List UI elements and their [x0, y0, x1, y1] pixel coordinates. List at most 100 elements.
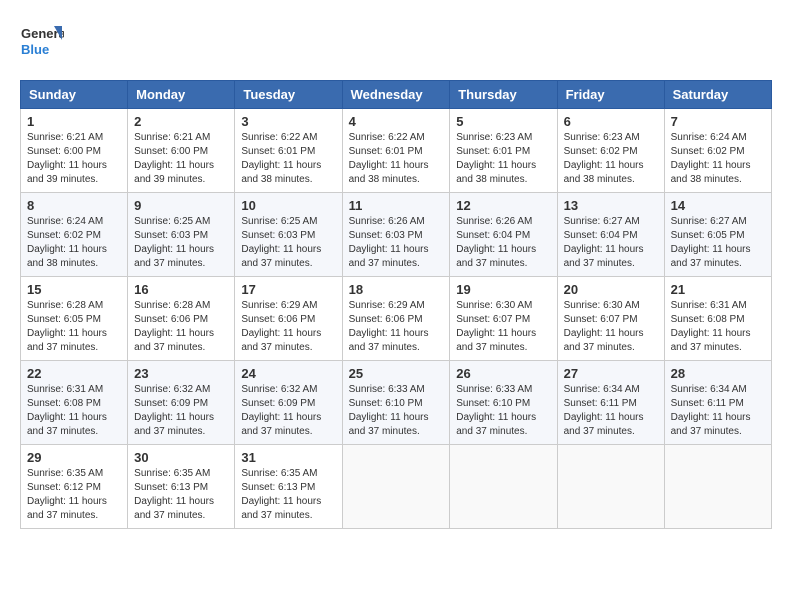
calendar-cell: 21 Sunrise: 6:31 AM Sunset: 6:08 PM Dayli… [664, 277, 771, 361]
day-number: 18 [349, 282, 444, 297]
day-number: 30 [134, 450, 228, 465]
calendar-cell [342, 445, 450, 529]
calendar-cell: 19 Sunrise: 6:30 AM Sunset: 6:07 PM Dayli… [450, 277, 557, 361]
calendar-cell: 3 Sunrise: 6:22 AM Sunset: 6:01 PM Daylig… [235, 109, 342, 193]
day-number: 13 [564, 198, 658, 213]
day-number: 1 [27, 114, 121, 129]
calendar-cell: 12 Sunrise: 6:26 AM Sunset: 6:04 PM Dayli… [450, 193, 557, 277]
day-info: Sunrise: 6:34 AM Sunset: 6:11 PM Dayligh… [671, 383, 765, 439]
day-number: 14 [671, 198, 765, 213]
day-number: 16 [134, 282, 228, 297]
day-info: Sunrise: 6:21 AM Sunset: 6:00 PM Dayligh… [27, 131, 121, 187]
day-number: 26 [456, 366, 550, 381]
day-info: Sunrise: 6:29 AM Sunset: 6:06 PM Dayligh… [241, 299, 335, 355]
day-number: 27 [564, 366, 658, 381]
day-info: Sunrise: 6:29 AM Sunset: 6:06 PM Dayligh… [349, 299, 444, 355]
logo: General Blue [20, 20, 64, 64]
day-info: Sunrise: 6:31 AM Sunset: 6:08 PM Dayligh… [671, 299, 765, 355]
day-info: Sunrise: 6:31 AM Sunset: 6:08 PM Dayligh… [27, 383, 121, 439]
calendar-week-3: 15 Sunrise: 6:28 AM Sunset: 6:05 PM Dayli… [21, 277, 772, 361]
calendar-cell: 20 Sunrise: 6:30 AM Sunset: 6:07 PM Dayli… [557, 277, 664, 361]
calendar-cell: 26Sunrise: 6:33 AM Sunset: 6:10 PM Dayli… [450, 361, 557, 445]
calendar-cell: 17Sunrise: 6:29 AM Sunset: 6:06 PM Dayli… [235, 277, 342, 361]
calendar-cell: 7 Sunrise: 6:24 AM Sunset: 6:02 PM Daylig… [664, 109, 771, 193]
calendar-cell: 28 Sunrise: 6:34 AM Sunset: 6:11 PM Dayli… [664, 361, 771, 445]
day-info: Sunrise: 6:24 AM Sunset: 6:02 PM Dayligh… [27, 215, 121, 271]
weekday-header-thursday: Thursday [450, 81, 557, 109]
calendar-cell: 9 Sunrise: 6:25 AM Sunset: 6:03 PM Daylig… [128, 193, 235, 277]
day-info: Sunrise: 6:32 AM Sunset: 6:09 PM Dayligh… [241, 383, 335, 439]
weekday-header-wednesday: Wednesday [342, 81, 450, 109]
day-number: 21 [671, 282, 765, 297]
day-info: Sunrise: 6:30 AM Sunset: 6:07 PM Dayligh… [456, 299, 550, 355]
day-number: 7 [671, 114, 765, 129]
calendar-week-4: 22 Sunrise: 6:31 AM Sunset: 6:08 PM Dayli… [21, 361, 772, 445]
calendar-cell: 2 Sunrise: 6:21 AM Sunset: 6:00 PM Daylig… [128, 109, 235, 193]
weekday-header-row: SundayMondayTuesdayWednesdayThursdayFrid… [21, 81, 772, 109]
day-info: Sunrise: 6:24 AM Sunset: 6:02 PM Dayligh… [671, 131, 765, 187]
day-info: Sunrise: 6:27 AM Sunset: 6:04 PM Dayligh… [564, 215, 658, 271]
weekday-header-tuesday: Tuesday [235, 81, 342, 109]
day-info: Sunrise: 6:22 AM Sunset: 6:01 PM Dayligh… [241, 131, 335, 187]
day-number: 20 [564, 282, 658, 297]
day-number: 2 [134, 114, 228, 129]
calendar-cell: 16 Sunrise: 6:28 AM Sunset: 6:06 PM Dayli… [128, 277, 235, 361]
day-info: Sunrise: 6:26 AM Sunset: 6:04 PM Dayligh… [456, 215, 550, 271]
day-info: Sunrise: 6:25 AM Sunset: 6:03 PM Dayligh… [134, 215, 228, 271]
day-info: Sunrise: 6:23 AM Sunset: 6:02 PM Dayligh… [564, 131, 658, 187]
calendar-cell: 10Sunrise: 6:25 AM Sunset: 6:03 PM Dayli… [235, 193, 342, 277]
calendar-cell [664, 445, 771, 529]
calendar-cell: 29 Sunrise: 6:35 AM Sunset: 6:12 PM Dayli… [21, 445, 128, 529]
day-info: Sunrise: 6:28 AM Sunset: 6:05 PM Dayligh… [27, 299, 121, 355]
calendar-cell: 27 Sunrise: 6:34 AM Sunset: 6:11 PM Dayli… [557, 361, 664, 445]
day-number: 15 [27, 282, 121, 297]
day-number: 3 [241, 114, 335, 129]
day-info: Sunrise: 6:26 AM Sunset: 6:03 PM Dayligh… [349, 215, 444, 271]
day-info: Sunrise: 6:27 AM Sunset: 6:05 PM Dayligh… [671, 215, 765, 271]
day-number: 22 [27, 366, 121, 381]
calendar-cell: 5Sunrise: 6:23 AM Sunset: 6:01 PM Daylig… [450, 109, 557, 193]
calendar-cell: 25Sunrise: 6:33 AM Sunset: 6:10 PM Dayli… [342, 361, 450, 445]
day-number: 31 [241, 450, 335, 465]
day-number: 11 [349, 198, 444, 213]
day-number: 24 [241, 366, 335, 381]
day-info: Sunrise: 6:28 AM Sunset: 6:06 PM Dayligh… [134, 299, 228, 355]
day-number: 23 [134, 366, 228, 381]
calendar-cell: 15 Sunrise: 6:28 AM Sunset: 6:05 PM Dayli… [21, 277, 128, 361]
day-number: 4 [349, 114, 444, 129]
calendar-cell: 30 Sunrise: 6:35 AM Sunset: 6:13 PM Dayli… [128, 445, 235, 529]
calendar-cell: 6Sunrise: 6:23 AM Sunset: 6:02 PM Daylig… [557, 109, 664, 193]
calendar-cell: 24 Sunrise: 6:32 AM Sunset: 6:09 PM Dayli… [235, 361, 342, 445]
day-number: 29 [27, 450, 121, 465]
day-info: Sunrise: 6:21 AM Sunset: 6:00 PM Dayligh… [134, 131, 228, 187]
day-info: Sunrise: 6:35 AM Sunset: 6:13 PM Dayligh… [241, 467, 335, 523]
day-number: 19 [456, 282, 550, 297]
calendar-table: SundayMondayTuesdayWednesdayThursdayFrid… [20, 80, 772, 529]
calendar-cell [557, 445, 664, 529]
svg-text:Blue: Blue [21, 42, 49, 57]
calendar-cell: 4Sunrise: 6:22 AM Sunset: 6:01 PM Daylig… [342, 109, 450, 193]
calendar-cell: 1 Sunrise: 6:21 AM Sunset: 6:00 PM Daylig… [21, 109, 128, 193]
day-number: 28 [671, 366, 765, 381]
calendar-cell: 22 Sunrise: 6:31 AM Sunset: 6:08 PM Dayli… [21, 361, 128, 445]
day-info: Sunrise: 6:32 AM Sunset: 6:09 PM Dayligh… [134, 383, 228, 439]
calendar-cell: 8 Sunrise: 6:24 AM Sunset: 6:02 PM Daylig… [21, 193, 128, 277]
day-info: Sunrise: 6:34 AM Sunset: 6:11 PM Dayligh… [564, 383, 658, 439]
calendar-week-2: 8 Sunrise: 6:24 AM Sunset: 6:02 PM Daylig… [21, 193, 772, 277]
calendar-week-5: 29 Sunrise: 6:35 AM Sunset: 6:12 PM Dayli… [21, 445, 772, 529]
calendar-cell: 11 Sunrise: 6:26 AM Sunset: 6:03 PM Dayli… [342, 193, 450, 277]
day-number: 12 [456, 198, 550, 213]
day-info: Sunrise: 6:35 AM Sunset: 6:12 PM Dayligh… [27, 467, 121, 523]
logo-svg: General Blue [20, 20, 64, 64]
calendar-cell [450, 445, 557, 529]
day-info: Sunrise: 6:25 AM Sunset: 6:03 PM Dayligh… [241, 215, 335, 271]
day-info: Sunrise: 6:33 AM Sunset: 6:10 PM Dayligh… [349, 383, 444, 439]
day-info: Sunrise: 6:35 AM Sunset: 6:13 PM Dayligh… [134, 467, 228, 523]
day-info: Sunrise: 6:30 AM Sunset: 6:07 PM Dayligh… [564, 299, 658, 355]
calendar-week-1: 1 Sunrise: 6:21 AM Sunset: 6:00 PM Daylig… [21, 109, 772, 193]
calendar-cell: 14 Sunrise: 6:27 AM Sunset: 6:05 PM Dayli… [664, 193, 771, 277]
calendar-cell: 31 Sunrise: 6:35 AM Sunset: 6:13 PM Dayli… [235, 445, 342, 529]
weekday-header-friday: Friday [557, 81, 664, 109]
day-number: 8 [27, 198, 121, 213]
day-number: 9 [134, 198, 228, 213]
